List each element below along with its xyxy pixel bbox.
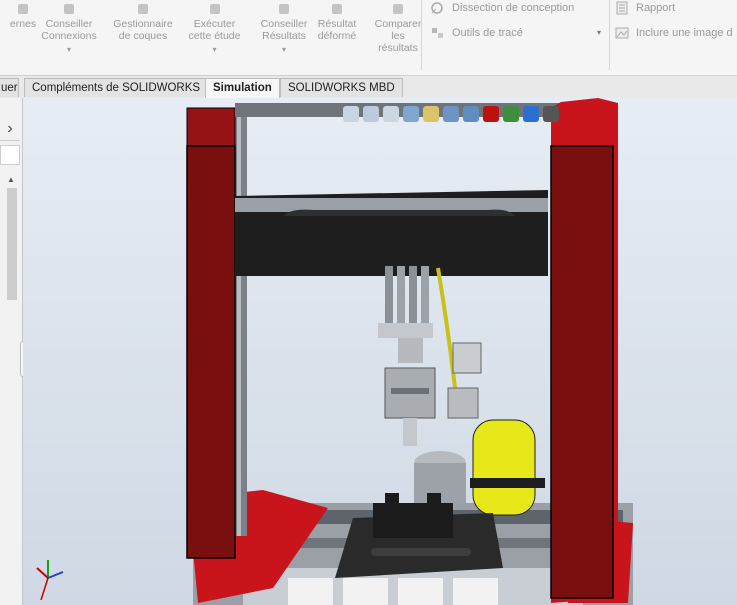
results-advisor-label: Conseiller Résultats (260, 18, 308, 42)
run-study-label: Exécuter cette étude (188, 18, 241, 42)
deformed-result-label: Résultat déformé (317, 18, 357, 42)
ribbon-separator (609, 0, 610, 70)
results-advisor-button[interactable]: Conseiller Résultats ▾ (255, 0, 313, 56)
hide-show-items-icon[interactable] (483, 106, 499, 122)
include-image-label: Inclure une image d (636, 27, 733, 39)
compare-results-icon (393, 4, 403, 14)
tab-solidworks-mbd[interactable]: SOLIDWORKS MBD (280, 78, 403, 97)
plot-tools-button[interactable]: Outils de tracé (430, 26, 523, 40)
panel-scrollbar-thumb[interactable] (7, 188, 17, 300)
view-orientation-icon[interactable] (443, 106, 459, 122)
results-advisor-icon (279, 4, 289, 14)
shell-manager-label: Gestionnaire de coques (113, 18, 173, 42)
display-style-icon[interactable] (463, 106, 479, 122)
run-study-icon (209, 4, 220, 14)
connections-advisor-label: Conseiller Connexions (41, 18, 97, 42)
tab-partial[interactable]: uer (0, 78, 19, 97)
dynamic-annotation-icon[interactable] (423, 106, 439, 122)
graphics-area[interactable] (23, 98, 737, 605)
shell-manager-icon (138, 4, 148, 14)
report-button[interactable]: Rapport (614, 1, 675, 15)
include-image-button[interactable]: Inclure une image d (614, 26, 733, 40)
coordinate-triad (36, 560, 64, 601)
connections-advisor-dropdown-arrow[interactable]: ▾ (40, 44, 98, 56)
panel-input-box[interactable] (0, 145, 20, 165)
report-label: Rapport (636, 2, 676, 14)
connections-advisor-button[interactable]: Conseiller Connexions ▾ (40, 0, 98, 56)
air-tank (472, 419, 536, 516)
plot-tools-label: Outils de tracé (452, 27, 523, 39)
zoom-to-fit-icon[interactable] (343, 106, 359, 122)
heads-up-view-toolbar (343, 103, 559, 125)
pneumatic-hose (436, 267, 457, 389)
design-insight-icon (431, 2, 443, 14)
run-study-button[interactable]: Exécuter cette étude ▾ (183, 0, 246, 56)
left-column (187, 108, 235, 558)
command-manager-tabs: uer Compléments de SOLIDWORKS Simulation… (0, 76, 737, 99)
edit-appearance-icon[interactable] (503, 106, 519, 122)
plot-tools-dropdown[interactable]: ▾ (597, 28, 601, 37)
previous-view-icon[interactable] (383, 106, 399, 122)
plot-tools-icon (432, 28, 443, 38)
report-icon (616, 1, 628, 15)
compare-results-label: Comparer les résultats (374, 18, 422, 54)
deformed-result-button[interactable]: Résultat déformé (311, 0, 363, 42)
externals-icon (18, 4, 28, 14)
machine-model[interactable] (23, 98, 737, 605)
include-image-icon (615, 27, 629, 39)
tab-solidworks-addins[interactable]: Compléments de SOLIDWORKS (24, 78, 209, 97)
feature-manager-collapsed: › ▲ (0, 98, 30, 605)
connections-advisor-icon (64, 4, 74, 14)
compare-results-button[interactable]: Comparer les résultats (368, 0, 428, 54)
section-view-icon[interactable] (403, 106, 419, 122)
results-advisor-dropdown-arrow[interactable]: ▾ (255, 44, 313, 56)
shell-manager-button[interactable]: Gestionnaire de coques (107, 0, 179, 42)
design-insight-button[interactable]: Dissection de conception (430, 1, 574, 15)
view-settings-icon[interactable] (543, 106, 559, 122)
design-insight-label: Dissection de conception (452, 2, 575, 14)
run-study-dropdown-arrow[interactable]: ▾ (183, 44, 246, 56)
deformed-result-icon (332, 4, 342, 14)
zoom-to-area-icon[interactable] (363, 106, 379, 122)
ribbon-separator (421, 0, 422, 70)
ribbon: ernes Conseiller Connexions ▾ Gestionnaire … (0, 0, 737, 76)
expand-panel-button[interactable]: › (0, 118, 20, 141)
scrollbar-up-arrow[interactable]: ▲ (7, 175, 15, 184)
apply-scene-icon[interactable] (523, 106, 539, 122)
tab-simulation[interactable]: Simulation (205, 78, 280, 99)
